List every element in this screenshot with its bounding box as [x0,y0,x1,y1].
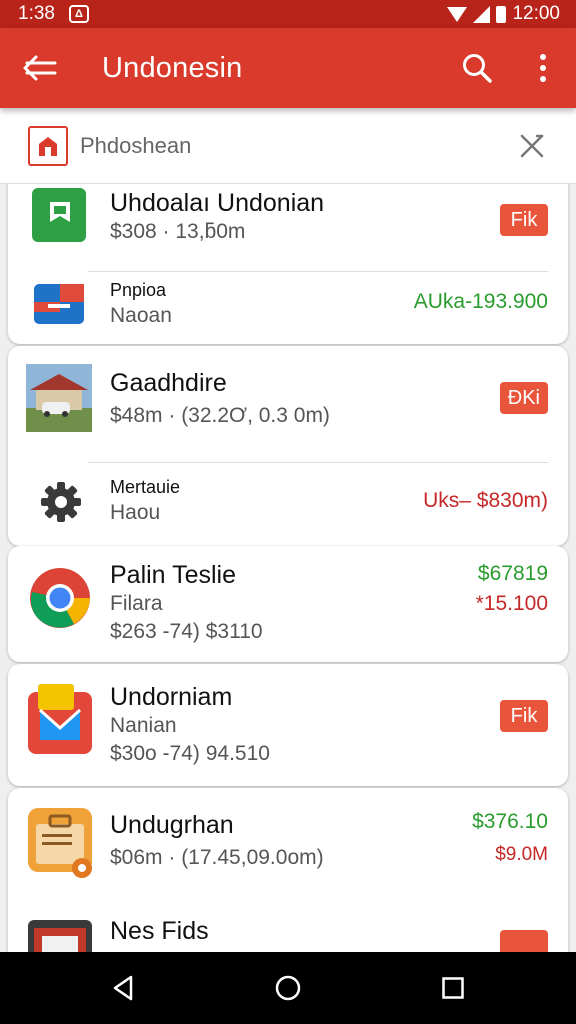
item-badge[interactable]: Fik [500,700,548,732]
app-bar: Undonesin [0,28,576,108]
list-item[interactable]: Gaadhdire $48m · (32.2Ơ, 0.3 0m) ÐKi [8,346,568,462]
chrome-icon [28,566,92,630]
back-button[interactable] [0,28,80,108]
item-subtitle: $06m · (17.45,09.0om) [110,846,324,869]
list-card: Gaadhdire $48m · (32.2Ơ, 0.3 0m) ÐKi Mer… [8,346,568,546]
navigation-bar [0,952,576,1024]
item-subtitle: $48m · (32.2Ơ, 0.3 0m) [110,404,330,427]
item-badge[interactable]: ÐKi [499,382,548,414]
list-card: Palin Teslie Filara $263 -74) $3110 $678… [8,546,568,662]
item-price-change: $9.0M [495,844,548,865]
item-title: Nes Fids [110,917,209,945]
status-time: 1:38 [18,3,55,24]
list-item[interactable]: Palin Teslie Filara $263 -74) $3110 $678… [8,546,568,662]
item-subtitle: Haou [110,501,161,524]
item-price: $67819 [477,562,548,585]
item-subtitle: Nanian [110,714,177,737]
mail-app-icon [28,684,92,754]
item-price-change: *15.100 [475,592,548,615]
item-subtitle: Filara [110,592,163,615]
search-button[interactable] [444,28,510,108]
item-title: Undorniam [110,683,233,711]
status-clock: 12:00 [512,3,560,24]
nav-home-button[interactable] [258,958,318,1018]
item-title: Uhdoalaı Undonian [110,189,325,217]
item-price: $376.10 [472,810,548,833]
more-vert-icon [540,54,546,82]
item-title: Gaadhdire [110,369,227,397]
item-detail: $263 -74) $3110 [110,620,263,643]
gear-icon [40,481,82,523]
signal-icon [473,5,491,23]
item-subtitle: $308 · 13,ƃ0m [110,220,246,243]
app-list: Uhdoalaı Undonian $308 · 13,ƃ0m Fik Pnpi… [0,184,576,952]
page-title: Undonesin [102,51,243,84]
clear-icon [520,134,544,157]
search-input[interactable] [80,132,512,159]
nav-back-button[interactable] [93,958,153,1018]
search-icon [463,54,492,83]
wifi-icon [447,6,468,22]
item-title: Pnpioa [110,280,167,300]
item-title: Palin Teslie [110,561,237,589]
item-detail: $30o -74) 94.510 [110,742,270,765]
clear-search-button[interactable] [512,126,552,166]
item-badge[interactable]: Fik [500,204,548,236]
item-price: Uks– $830m) [423,489,548,512]
list-item[interactable]: Uhdoalaı Undonian $308 · 13,ƃ0m Fik [8,184,568,270]
status-bar: 1:38 Δ 12:00 [0,0,576,28]
item-thumbnail-icon [28,920,92,952]
card-app-icon [34,284,84,324]
briefcase-app-icon [28,808,94,880]
search-bar [0,108,576,184]
more-options-button[interactable] [510,28,576,108]
list-item[interactable]: Undugrhan $06m · (17.45,09.0om) $376.10 … [8,788,568,900]
item-title: Undugrhan [110,811,234,839]
nav-back-icon [113,975,132,1001]
list-item[interactable]: Nes Fids [8,908,568,952]
list-item[interactable]: Pnpioa Naoan AUka-193.900 [8,272,568,344]
back-arrow-icon [23,55,57,81]
list-card: Undorniam Nanian $30o -74) 94.510 Fik [8,664,568,786]
notification-icon: Δ [68,5,89,23]
green-flag-icon [32,188,86,242]
item-subtitle: Naoan [110,304,172,327]
list-card: Undugrhan $06m · (17.45,09.0om) $376.10 … [8,788,568,952]
item-price: AUka-193.900 [413,290,548,313]
store-icon [28,125,68,166]
nav-recents-button[interactable] [423,958,483,1018]
list-card: Uhdoalaı Undonian $308 · 13,ƃ0m Fik Pnpi… [8,184,568,344]
list-item[interactable]: Undorniam Nanian $30o -74) 94.510 Fik [8,664,568,786]
nav-recents-icon [442,977,465,999]
battery-icon [496,5,507,23]
item-title: Mertauie [110,477,181,497]
list-item[interactable]: Mertauie Haou Uks– $830m) [8,463,568,546]
nav-home-icon [275,975,301,1001]
item-badge[interactable] [500,930,548,952]
house-photo-icon [26,364,92,432]
